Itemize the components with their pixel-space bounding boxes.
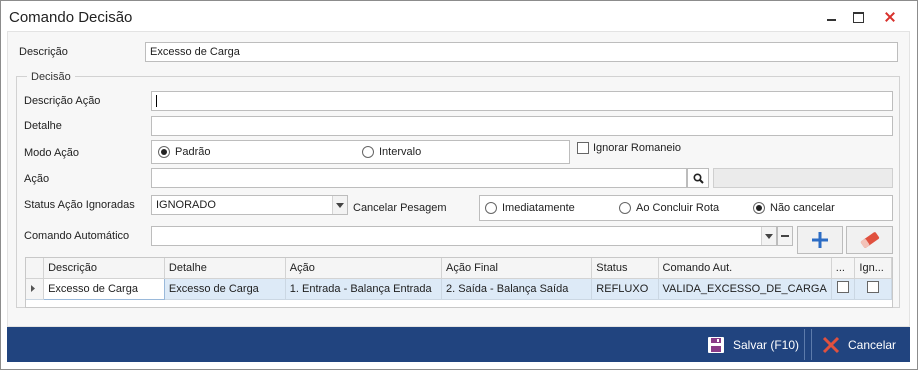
- radio-selected-icon: [753, 202, 765, 214]
- radio-selected-icon: [158, 146, 170, 158]
- column-header-acao[interactable]: Ação: [285, 258, 443, 279]
- status-value: IGNORADO: [156, 199, 216, 211]
- descricao-label: Descrição: [19, 46, 68, 58]
- acao-description-readonly: [713, 168, 893, 188]
- acao-input[interactable]: [151, 168, 687, 188]
- comando-dropdown-button[interactable]: [761, 227, 776, 245]
- comando-clear-button[interactable]: [777, 226, 793, 246]
- add-button[interactable]: [797, 226, 843, 254]
- row-indicator-header: [26, 258, 45, 279]
- column-header-descricao[interactable]: Descrição: [43, 258, 165, 279]
- floppy-disk-icon: [708, 336, 724, 353]
- search-button[interactable]: [687, 168, 709, 188]
- table-row[interactable]: Excesso de Carga Excesso de Carga 1. Ent…: [26, 277, 892, 300]
- cancel-ao-concluir-label: Ao Concluir Rota: [636, 202, 720, 214]
- detalhe-input[interactable]: [151, 116, 893, 136]
- modo-padrao-label: Padrão: [175, 146, 211, 158]
- text-cursor: [156, 95, 157, 108]
- window-title: Comando Decisão: [9, 9, 133, 26]
- minus-icon: [781, 235, 789, 237]
- save-label: Salvar (F10): [733, 337, 800, 352]
- decisao-group-title: Decisão: [27, 71, 75, 83]
- checkbox-icon: [837, 281, 850, 293]
- search-icon: [692, 172, 704, 184]
- column-header-acao-final[interactable]: Ação Final: [441, 258, 593, 279]
- cancel-nao-label: Não cancelar: [770, 202, 835, 214]
- column-header-detalhe[interactable]: Detalhe: [164, 258, 286, 279]
- cell-detalhe[interactable]: Excesso de Carga: [164, 278, 286, 300]
- eraser-icon: [860, 232, 879, 248]
- comando-automatico-select[interactable]: [151, 226, 777, 246]
- cell-descricao[interactable]: Excesso de Carga: [43, 277, 165, 300]
- modo-padrao-radio[interactable]: Padrão: [158, 146, 210, 158]
- cancel-button[interactable]: Cancelar: [822, 327, 896, 362]
- cell-status[interactable]: REFLUXO: [591, 278, 659, 300]
- status-dropdown-button[interactable]: [332, 196, 347, 214]
- detalhe-label: Detalhe: [24, 120, 62, 132]
- cancel-imediatamente-radio[interactable]: Imediatamente: [485, 202, 575, 214]
- plus-icon: [812, 232, 828, 248]
- status-select[interactable]: IGNORADO: [151, 195, 348, 215]
- cell-comando-aut[interactable]: VALIDA_EXCESSO_DE_CARGA: [658, 278, 832, 300]
- close-button[interactable]: [875, 7, 909, 27]
- clear-button[interactable]: [846, 226, 893, 254]
- modo-intervalo-label: Intervalo: [379, 146, 422, 158]
- title-bar: Comando Decisão: [1, 1, 917, 32]
- minimize-button[interactable]: [821, 7, 843, 27]
- caret-right-icon: [31, 284, 35, 292]
- modo-intervalo-radio[interactable]: Intervalo: [362, 146, 421, 158]
- column-header-status[interactable]: Status: [591, 258, 659, 279]
- footer-separator: [811, 329, 812, 360]
- descricao-input[interactable]: Excesso de Carga: [145, 42, 898, 62]
- chevron-down-icon: [765, 233, 773, 239]
- ignorar-romaneio-label: Ignorar Romaneio: [593, 142, 682, 154]
- column-header-ignorar[interactable]: Ign...: [854, 258, 892, 279]
- checkbox-icon: [577, 142, 589, 154]
- maximize-button[interactable]: [847, 7, 869, 27]
- cell-acao[interactable]: 1. Entrada - Balança Entrada: [285, 278, 443, 300]
- close-x-icon: [822, 336, 840, 353]
- modo-acao-box: [151, 140, 570, 164]
- status-label: Status Ação Ignoradas: [24, 199, 135, 211]
- radio-unselected-icon: [362, 146, 374, 158]
- descricao-acao-input[interactable]: [151, 91, 893, 111]
- radio-unselected-icon: [619, 202, 631, 214]
- footer-separator: [804, 329, 805, 360]
- chevron-down-icon: [336, 202, 344, 208]
- footer-bar: Salvar (F10) Cancelar: [7, 327, 910, 362]
- cell-acao-final[interactable]: 2. Saída - Balança Saída: [441, 278, 593, 300]
- modo-acao-label: Modo Ação: [24, 147, 80, 159]
- ignorar-romaneio-checkbox[interactable]: Ignorar Romaneio: [577, 142, 681, 154]
- cancel-label: Cancelar: [848, 337, 897, 352]
- cell-ignorar-checkbox[interactable]: [854, 278, 892, 300]
- row-indicator: [26, 278, 45, 300]
- cell-dots-checkbox[interactable]: [831, 278, 856, 300]
- checkbox-icon: [867, 281, 880, 293]
- cancel-imediatamente-label: Imediatamente: [502, 202, 575, 214]
- cancel-ao-concluir-radio[interactable]: Ao Concluir Rota: [619, 202, 719, 214]
- save-button[interactable]: Salvar (F10): [707, 327, 799, 362]
- comando-automatico-label: Comando Automático: [24, 230, 130, 242]
- column-header-comando-aut[interactable]: Comando Aut.: [658, 258, 832, 279]
- cancel-nao-radio[interactable]: Não cancelar: [753, 202, 835, 214]
- column-header-dots[interactable]: ...: [831, 258, 856, 279]
- acao-label: Ação: [24, 173, 50, 185]
- descricao-acao-label: Descrição Ação: [24, 95, 101, 107]
- cancelar-pesagem-label: Cancelar Pesagem: [353, 202, 447, 214]
- decisoes-grid: Descrição Detalhe Ação Ação Final Status…: [25, 257, 893, 308]
- radio-unselected-icon: [485, 202, 497, 214]
